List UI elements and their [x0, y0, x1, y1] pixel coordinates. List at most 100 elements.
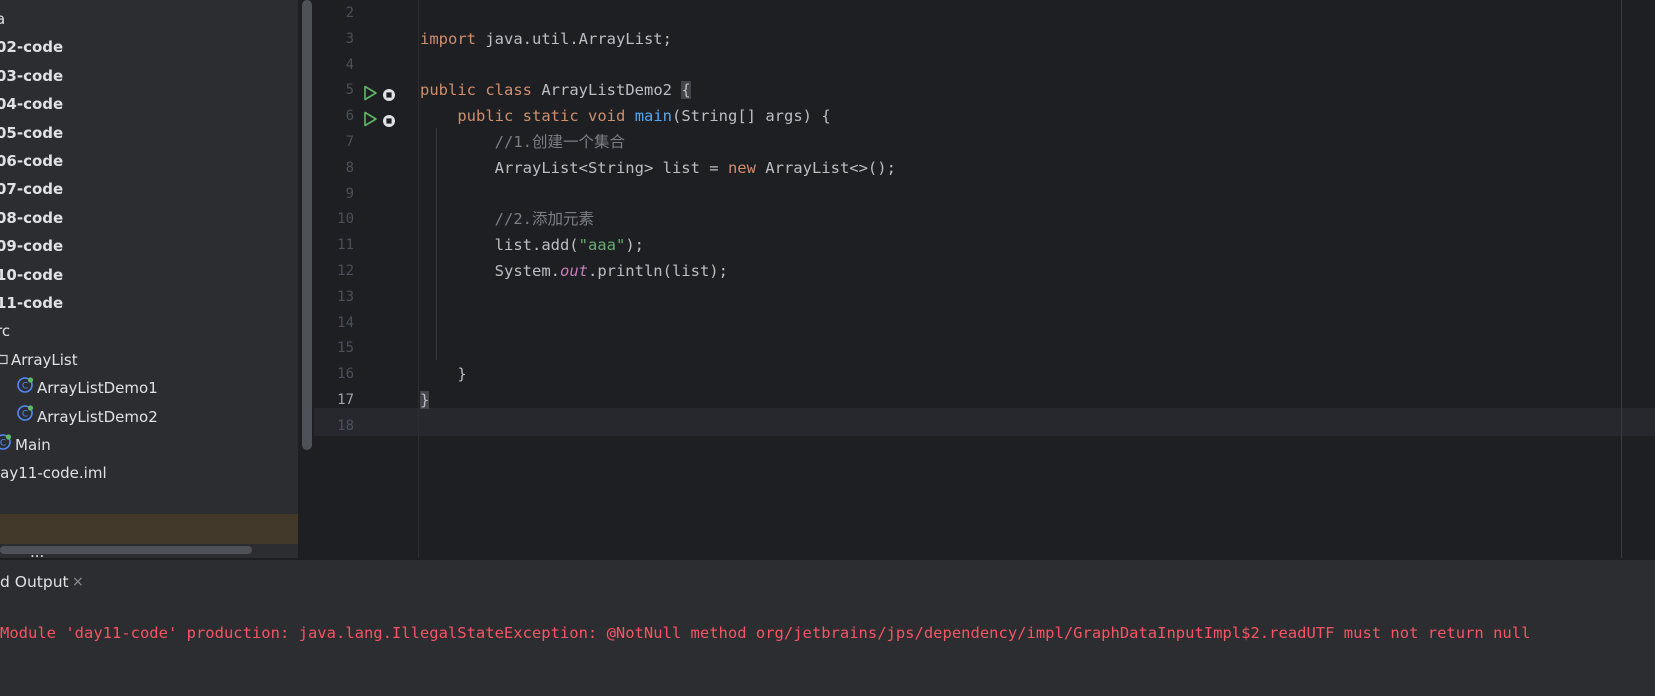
code-text: }: [420, 386, 430, 414]
code-line[interactable]: 12 System.out.println(list);: [314, 257, 1614, 285]
tree-item[interactable]: ArrayList: [0, 345, 78, 375]
code-line[interactable]: 3 import java.util.ArrayList;: [314, 25, 1614, 53]
code-token: .println(list);: [587, 262, 728, 280]
tree-item[interactable]: 11-code: [0, 288, 63, 318]
code-line[interactable]: 18: [314, 412, 1614, 440]
line-number[interactable]: 10: [314, 205, 354, 233]
tree-item[interactable]: C ArrayListDemo2: [16, 402, 158, 432]
tree-item-label: 06-code: [0, 152, 64, 170]
code-line[interactable]: 14: [314, 309, 1614, 337]
tree-item-label: 07-code: [0, 180, 64, 199]
code-token: new: [727, 158, 756, 177]
line-number[interactable]: 17: [314, 386, 354, 414]
code-text: public static void main(String[] args) {: [420, 102, 831, 130]
tree-item[interactable]: 08-code: [0, 203, 63, 233]
line-number[interactable]: 9: [314, 180, 354, 208]
code-line[interactable]: 11 list.add("aaa");: [314, 231, 1614, 259]
code-token: {: [681, 81, 691, 100]
tree-item[interactable]: 10-code: [0, 260, 63, 290]
tree-item-label: a: [0, 10, 6, 28]
line-number[interactable]: 16: [314, 360, 354, 388]
tree-item[interactable]: 07-code: [0, 174, 63, 204]
code-text: ArrayList<String> list = new ArrayList<>…: [420, 154, 896, 182]
code-line[interactable]: 4: [314, 51, 1614, 79]
code-line[interactable]: 8 ArrayList<String> list = new ArrayList…: [314, 154, 1614, 182]
tree-item-label: 02-code: [0, 38, 64, 57]
code-line[interactable]: 9: [314, 180, 1614, 208]
tree-item[interactable]: C Main: [0, 430, 51, 460]
code-line[interactable]: 6 public static void main(String[] args)…: [314, 102, 1614, 130]
line-number[interactable]: 7: [314, 128, 354, 156]
tree-item[interactable]: 02-code: [0, 32, 63, 62]
tree-item-label: ArrayListDemo1: [37, 379, 158, 398]
tree-item-label: 11-code: [0, 294, 64, 312]
tree-selection-highlight[interactable]: [0, 514, 298, 544]
code-token: ArrayListDemo2: [532, 81, 682, 100]
code-token: import: [420, 29, 476, 48]
code-text: System.out.println(list);: [420, 257, 728, 285]
line-number[interactable]: 12: [314, 257, 354, 285]
tree-item[interactable]: a: [0, 4, 5, 34]
svg-text:C: C: [0, 438, 6, 448]
tree-item[interactable]: C ArrayListDemo1: [16, 373, 158, 403]
code-text: }: [420, 360, 467, 388]
code-line[interactable]: 5 public class ArrayListDemo2 {: [314, 76, 1614, 104]
tree-item-label: 09-code: [0, 237, 64, 256]
code-token: static: [522, 107, 579, 126]
tree-item-label: 04-code: [0, 95, 64, 114]
line-number[interactable]: 11: [314, 231, 354, 259]
tree-item[interactable]: lay11-code.iml: [0, 458, 107, 488]
code-text: list.add("aaa");: [420, 231, 644, 259]
package-icon: [0, 345, 8, 375]
code-token: System.: [420, 262, 560, 280]
project-horizontal-scrollbar[interactable]: [0, 546, 252, 554]
tree-item[interactable]: 03-code: [0, 61, 63, 91]
code-line[interactable]: 10 //2.添加元素: [314, 205, 1614, 233]
tree-item-label: 10-code: [0, 265, 64, 284]
code-token: public: [420, 81, 476, 100]
code-token: ArrayList<String> list =: [420, 158, 728, 177]
code-line[interactable]: 2: [314, 0, 1614, 27]
code-text: import java.util.ArrayList;: [420, 25, 672, 53]
code-token: "aaa": [578, 236, 626, 255]
line-number[interactable]: 6: [314, 102, 354, 130]
code-token: void: [588, 107, 626, 126]
tree-item-label: ArrayList: [11, 350, 78, 369]
code-token: (String[] args) {: [672, 107, 831, 126]
line-number[interactable]: 5: [314, 76, 354, 104]
line-number[interactable]: 8: [314, 154, 354, 182]
code-line[interactable]: 13: [314, 283, 1614, 311]
code-editor[interactable]: 2 3 import java.util.ArrayList; 4 5 public cl…: [314, 0, 1655, 558]
tree-item[interactable]: 04-code: [0, 89, 63, 119]
code-token: main: [634, 107, 673, 126]
code-token: }: [420, 391, 430, 409]
line-number[interactable]: 14: [314, 309, 354, 337]
build-error-message[interactable]: Module 'day11-code' production: java.lan…: [0, 624, 1530, 642]
code-token: }: [420, 365, 467, 384]
line-number[interactable]: 3: [314, 25, 354, 53]
code-line[interactable]: 17}: [314, 386, 1614, 414]
close-icon[interactable]: ×: [72, 560, 84, 604]
line-number[interactable]: 13: [314, 283, 354, 311]
tree-item[interactable]: 09-code: [0, 231, 63, 261]
tree-item-label: 08-code: [0, 208, 64, 227]
line-number[interactable]: 15: [314, 334, 354, 362]
tree-item-label: Main: [15, 436, 51, 454]
tree-item[interactable]: 05-code: [0, 118, 63, 148]
line-number[interactable]: 18: [314, 412, 354, 440]
code-line[interactable]: 16 }: [314, 360, 1614, 388]
tree-item[interactable]: 06-code: [0, 146, 63, 176]
tree-item-label: 05-code: [0, 123, 64, 142]
tree-item[interactable]: rc: [0, 316, 10, 346]
code-line[interactable]: 15: [314, 334, 1614, 362]
line-number[interactable]: 2: [314, 0, 354, 27]
project-vertical-scrollbar[interactable]: [302, 0, 312, 450]
project-panel: a 02-code 03-code 04-code 05-code 06-code 07-c…: [0, 0, 298, 560]
code-token: );: [625, 236, 644, 255]
code-line[interactable]: 7 //1.创建一个集合: [314, 128, 1614, 156]
tree-item-label: lay11-code.iml: [0, 464, 107, 483]
line-number[interactable]: 4: [314, 51, 354, 79]
